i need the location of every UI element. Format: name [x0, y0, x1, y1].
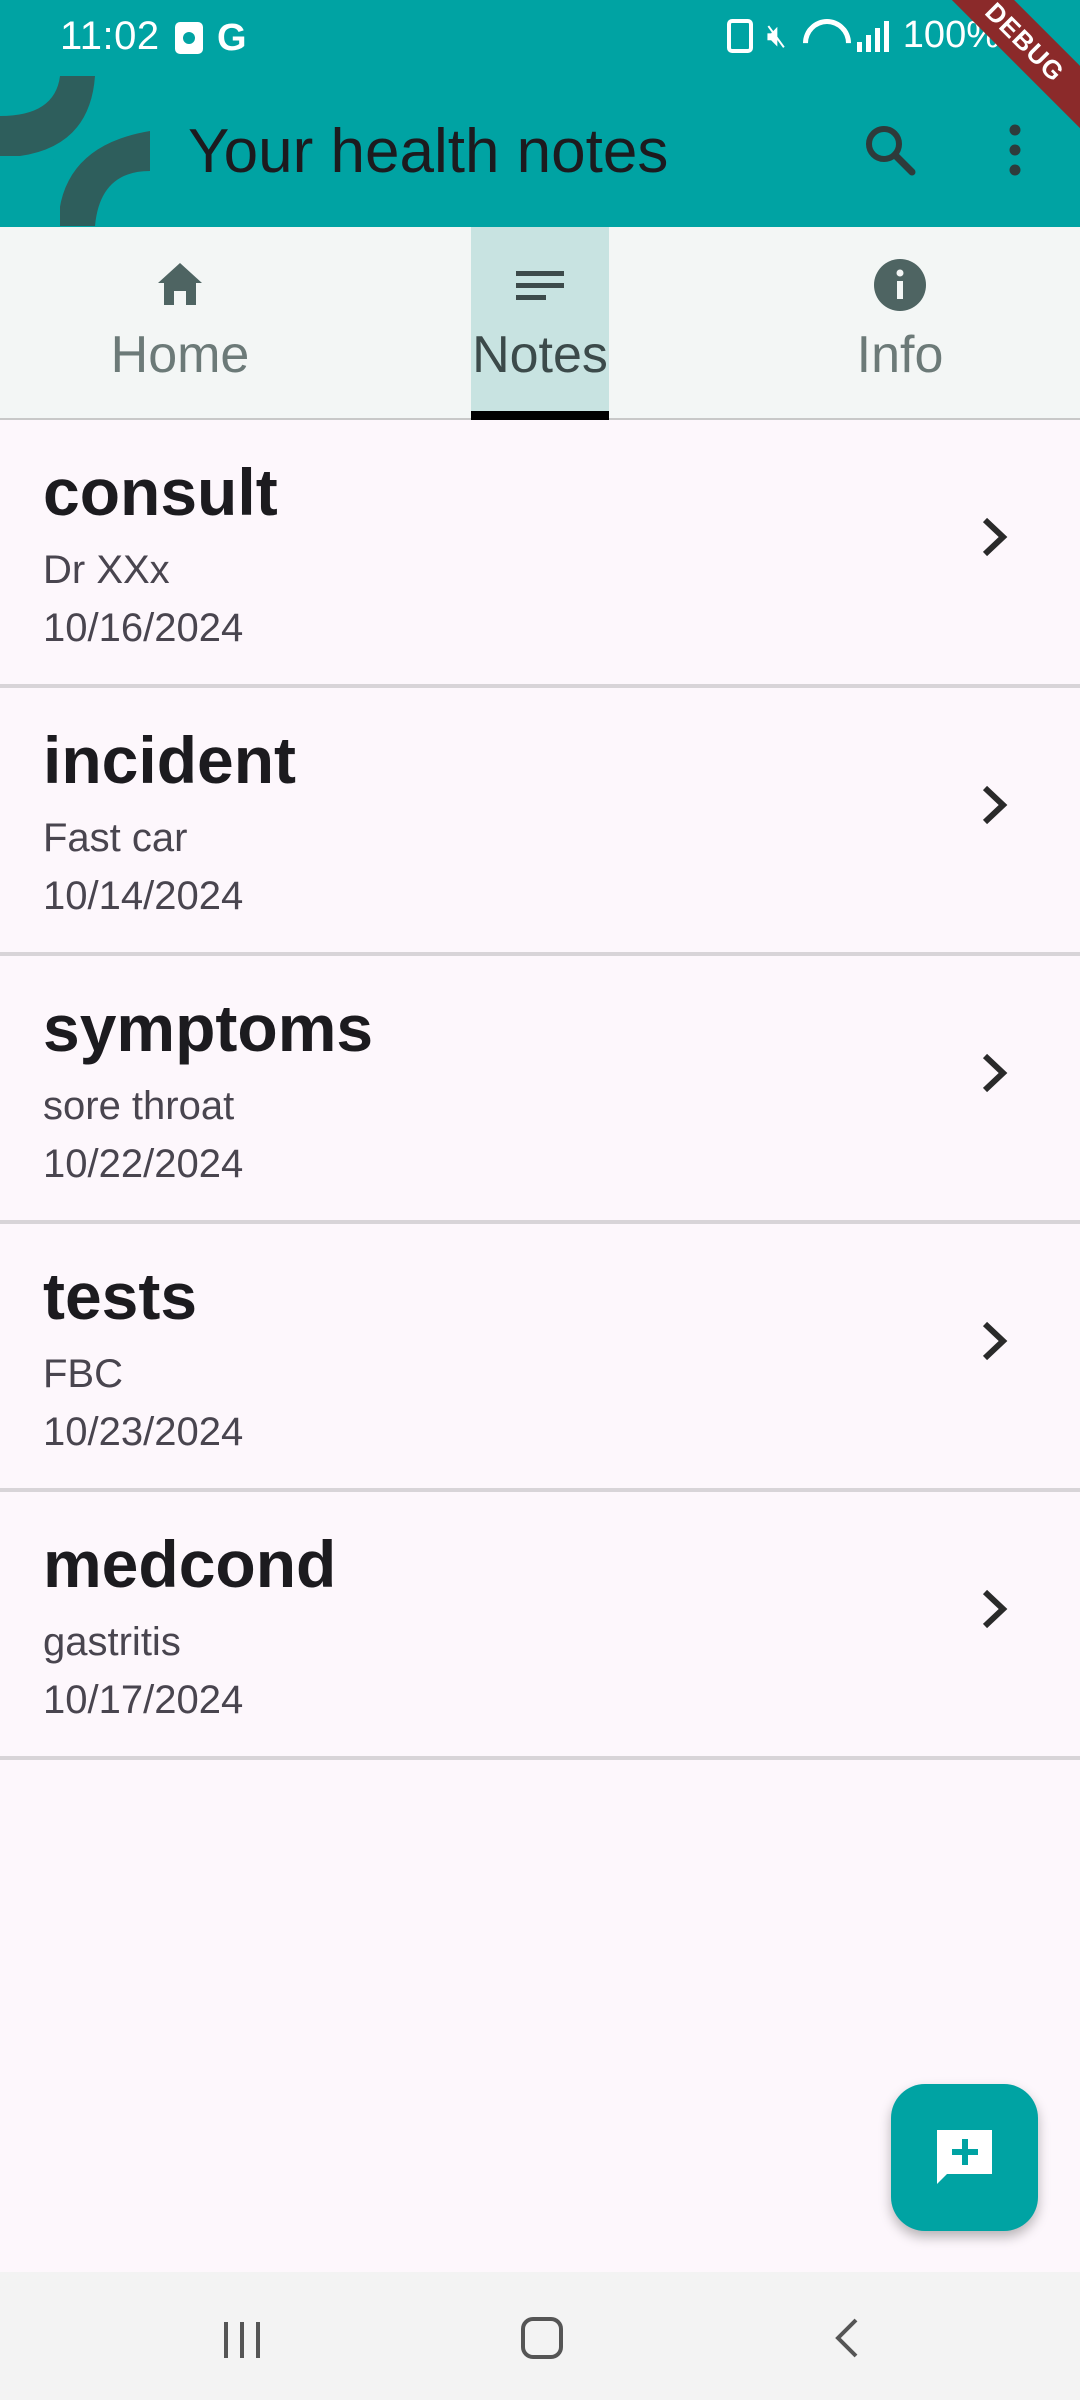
- status-time: 11:02: [60, 14, 160, 58]
- note-date: 10/17/2024: [43, 1678, 244, 1722]
- note-subtitle: Fast car: [43, 816, 188, 860]
- tab-notes[interactable]: Notes: [471, 227, 609, 418]
- home-icon: [158, 263, 202, 305]
- app-bar: Your health notes: [0, 76, 1080, 227]
- top-header: 11:02 G 🔇︎ 100% DEBUG Your health notes: [0, 0, 1080, 227]
- app-logo-icon: [0, 76, 150, 226]
- note-date: 10/23/2024: [43, 1410, 244, 1454]
- notes-list: consult Dr XXx 10/16/2024 incident Fast …: [0, 420, 1080, 1760]
- list-item[interactable]: consult Dr XXx 10/16/2024: [0, 420, 1080, 688]
- note-title: symptoms: [43, 991, 374, 1065]
- chevron-right-icon: [982, 517, 1008, 557]
- note-title: medcond: [43, 1527, 337, 1601]
- wifi-icon: [801, 19, 843, 53]
- chevron-right-icon: [982, 785, 1008, 825]
- google-icon: G: [217, 17, 247, 59]
- notification-app-icon: [175, 22, 203, 54]
- back-icon[interactable]: [828, 2316, 864, 2360]
- signal-icon: [856, 20, 889, 52]
- battery-saver-icon: [726, 18, 753, 53]
- app-title: Your health notes: [188, 117, 669, 186]
- add-note-button[interactable]: [891, 2084, 1038, 2231]
- note-date: 10/14/2024: [43, 874, 244, 918]
- note-date: 10/22/2024: [43, 1142, 244, 1186]
- tab-notes-label: Notes: [472, 326, 608, 384]
- mute-icon: 🔇︎: [766, 16, 787, 53]
- tab-selected-indicator: [471, 411, 609, 420]
- note-title: tests: [43, 1259, 198, 1333]
- note-subtitle: Dr XXx: [43, 548, 170, 592]
- tab-home[interactable]: Home: [80, 227, 280, 418]
- notes-icon: [516, 271, 564, 300]
- note-title: consult: [43, 455, 278, 529]
- search-icon[interactable]: [860, 120, 920, 180]
- system-nav-bar: [0, 2272, 1080, 2400]
- note-date: 10/16/2024: [43, 606, 244, 650]
- info-icon: [874, 259, 926, 311]
- chevron-right-icon: [982, 1053, 1008, 1093]
- status-bar: 11:02 G 🔇︎ 100% DEBUG: [0, 0, 1080, 139]
- note-title: incident: [43, 723, 297, 797]
- tab-info[interactable]: Info: [800, 227, 1000, 418]
- tab-bar: Home Notes Info: [0, 227, 1080, 420]
- tab-home-label: Home: [110, 326, 250, 384]
- list-item[interactable]: medcond gastritis 10/17/2024: [0, 1492, 1080, 1760]
- tab-info-label: Info: [856, 326, 944, 384]
- note-subtitle: FBC: [43, 1352, 123, 1396]
- add-comment-icon: [937, 2130, 992, 2184]
- list-item[interactable]: symptoms sore throat 10/22/2024: [0, 956, 1080, 1224]
- status-system-icons: 🔇︎ 100%: [726, 14, 1000, 57]
- chevron-right-icon: [982, 1589, 1008, 1629]
- more-vert-icon[interactable]: [990, 120, 1040, 180]
- chevron-right-icon: [982, 1321, 1008, 1361]
- note-subtitle: sore throat: [43, 1084, 235, 1128]
- list-item[interactable]: tests FBC 10/23/2024: [0, 1224, 1080, 1492]
- list-item[interactable]: incident Fast car 10/14/2024: [0, 688, 1080, 956]
- note-subtitle: gastritis: [43, 1620, 181, 1664]
- status-notification-icons: G: [175, 17, 247, 59]
- home-nav-icon[interactable]: [520, 2316, 564, 2360]
- app-root: 11:02 G 🔇︎ 100% DEBUG Your health notes …: [0, 0, 1080, 2400]
- recents-icon[interactable]: [222, 2320, 262, 2360]
